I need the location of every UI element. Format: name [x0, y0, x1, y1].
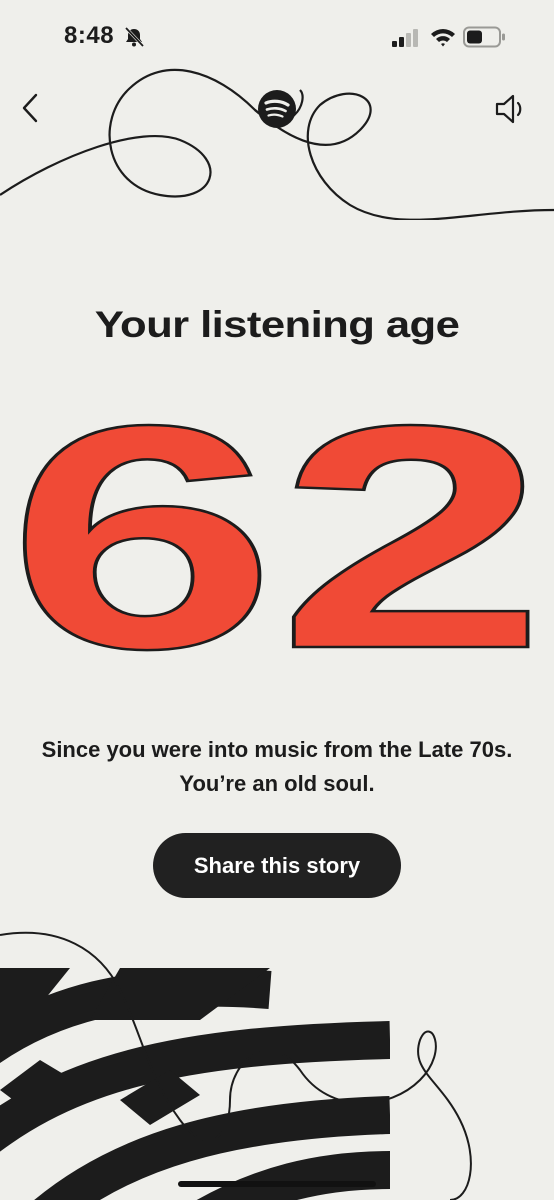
home-indicator[interactable] — [178, 1181, 376, 1187]
speaker-icon — [495, 94, 522, 124]
battery-icon — [463, 26, 505, 48]
listening-age-number: 62 — [6, 405, 549, 675]
cellular-signal-icon — [392, 29, 418, 47]
wifi-icon — [431, 29, 455, 47]
bell-slash-icon — [124, 26, 145, 48]
status-time: 8:48 — [64, 22, 115, 49]
decorative-squiggle-top — [0, 68, 554, 220]
listening-age-value: 62 — [7, 405, 547, 675]
sound-toggle-button[interactable] — [494, 92, 530, 126]
chevron-left-icon — [22, 93, 38, 123]
story-headline: Your listening age — [94, 304, 460, 345]
back-button[interactable] — [14, 90, 46, 126]
spotify-logo-icon — [258, 90, 296, 128]
story-description: Since you were into music from the Late … — [41, 737, 513, 796]
share-story-button[interactable]: Share this story — [153, 833, 401, 898]
decorative-checker-art — [0, 931, 472, 1200]
